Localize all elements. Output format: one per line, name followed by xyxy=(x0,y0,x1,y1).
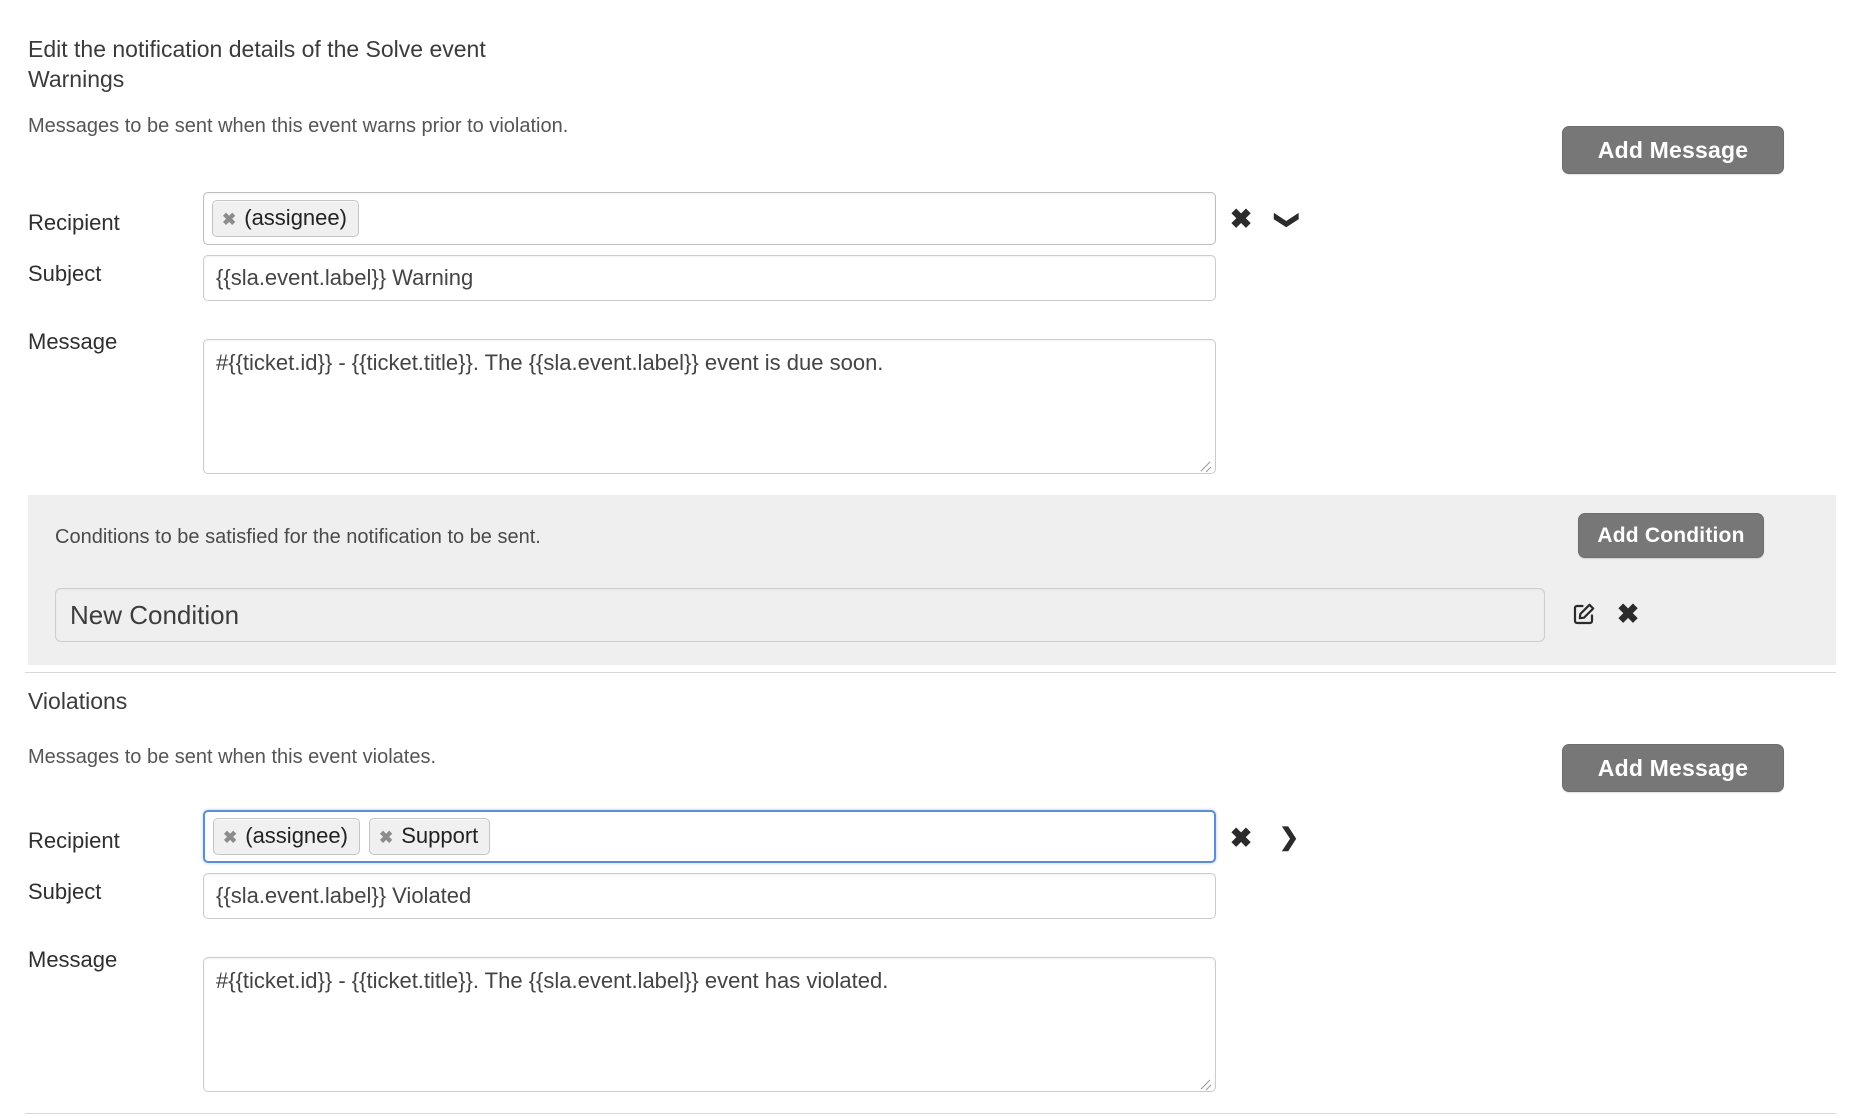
violations-section-description: Messages to be sent when this event viol… xyxy=(28,746,437,768)
recipient-tag[interactable]: ✖ (assignee) xyxy=(213,818,360,855)
warnings-subject-label: Subject xyxy=(28,261,102,286)
violations-message-text: #{{ticket.id}} - {{ticket.title}}. The {… xyxy=(216,968,889,993)
recipient-tag-label: Support xyxy=(401,823,479,848)
warnings-section-description: Messages to be sent when this event warn… xyxy=(28,115,569,137)
warnings-section-title: Warnings xyxy=(28,66,125,92)
violations-recipient-label: Recipient xyxy=(28,828,120,853)
warnings-recipient-clear-icon[interactable]: ✖ xyxy=(1228,205,1254,233)
condition-edit-icon[interactable] xyxy=(1570,600,1598,628)
page-intro-text: Edit the notification details of the Sol… xyxy=(28,36,486,62)
textarea-resize-handle[interactable] xyxy=(1198,457,1212,471)
warnings-recipient-label: Recipient xyxy=(28,210,120,235)
recipient-tag-label: (assignee) xyxy=(245,823,348,848)
recipient-tag-label: (assignee) xyxy=(244,205,347,230)
violations-recipient-clear-icon[interactable]: ✖ xyxy=(1228,824,1254,852)
warnings-message-textarea[interactable]: #{{ticket.id}} - {{ticket.title}}. The {… xyxy=(203,339,1216,474)
violations-section-title: Violations xyxy=(28,688,128,714)
tag-remove-icon[interactable]: ✖ xyxy=(379,829,393,846)
violations-add-message-button[interactable]: Add Message xyxy=(1562,744,1784,792)
notification-details-editor: Edit the notification details of the Sol… xyxy=(0,0,1856,1118)
violations-subject-label: Subject xyxy=(28,879,102,904)
section-divider-top xyxy=(25,672,1836,673)
section-divider-bottom xyxy=(25,1113,1836,1114)
recipient-tag[interactable]: ✖ Support xyxy=(368,818,491,855)
recipient-tag[interactable]: ✖ (assignee) xyxy=(212,200,359,237)
violations-message-textarea[interactable]: #{{ticket.id}} - {{ticket.title}}. The {… xyxy=(203,957,1216,1092)
condition-name: New Condition xyxy=(70,599,240,630)
warnings-message-text: #{{ticket.id}} - {{ticket.title}}. The {… xyxy=(216,350,884,375)
tag-remove-icon[interactable]: ✖ xyxy=(223,829,237,846)
warnings-expand-chevron-down-icon[interactable]: ❯ xyxy=(1273,207,1301,233)
warnings-subject-input[interactable]: {{sla.event.label}} Warning xyxy=(203,255,1216,301)
violations-collapse-chevron-right-icon[interactable]: ❯ xyxy=(1276,824,1302,852)
condition-delete-icon[interactable]: ✖ xyxy=(1615,600,1641,628)
add-condition-button[interactable]: Add Condition xyxy=(1578,513,1764,558)
conditions-description: Conditions to be satisfied for the notif… xyxy=(55,526,541,548)
tag-remove-icon[interactable]: ✖ xyxy=(222,211,236,228)
violations-recipient-input[interactable]: ✖ (assignee) ✖ Support xyxy=(203,810,1216,863)
violations-message-label: Message xyxy=(28,947,118,972)
warnings-recipient-input[interactable]: ✖ (assignee) xyxy=(203,192,1216,245)
violations-subject-input[interactable]: {{sla.event.label}} Violated xyxy=(203,873,1216,919)
textarea-resize-handle[interactable] xyxy=(1198,1075,1212,1089)
condition-row[interactable]: New Condition xyxy=(55,588,1545,642)
warnings-add-message-button[interactable]: Add Message xyxy=(1562,126,1784,174)
warnings-message-label: Message xyxy=(28,329,118,354)
